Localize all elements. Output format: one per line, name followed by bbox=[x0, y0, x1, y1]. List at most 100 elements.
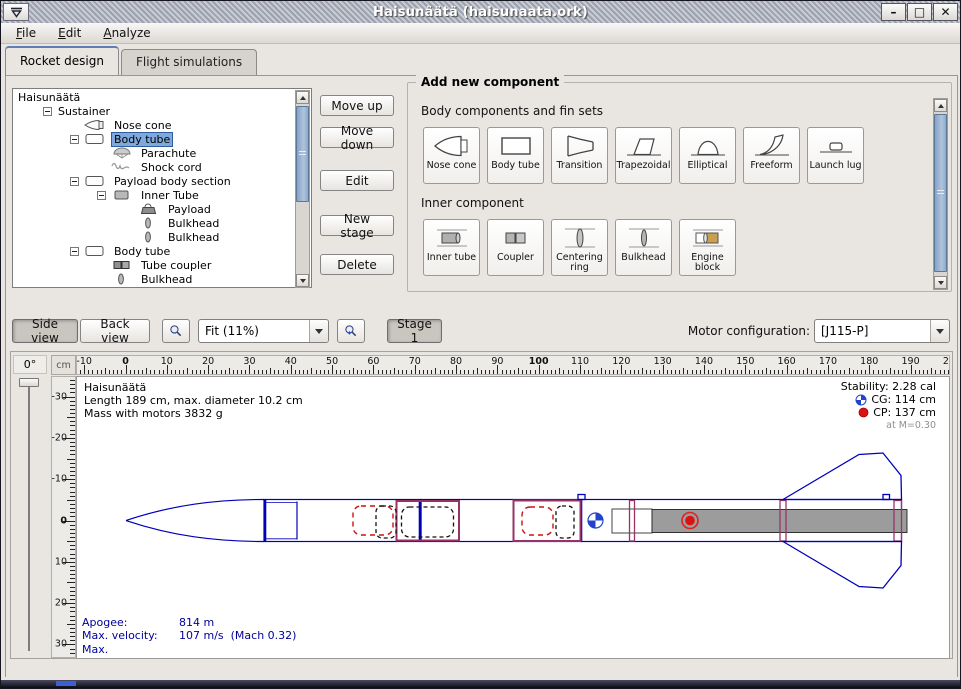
scroll-down-button[interactable] bbox=[934, 276, 947, 289]
tree-expander[interactable] bbox=[70, 177, 79, 186]
inner-component-buttons: Inner tubeCoupler Centering ring BulkheadE… bbox=[423, 219, 736, 276]
tree-item-label: Payload bbox=[166, 203, 213, 216]
tree-item-sustainer[interactable]: Sustainer bbox=[14, 104, 294, 118]
menu-edit[interactable]: Edit bbox=[47, 23, 92, 43]
component-button-nose-cone[interactable]: Nose cone bbox=[423, 127, 480, 184]
component-button-inner-tube[interactable]: Inner tube bbox=[423, 219, 480, 276]
openrocket-window: Haisunäätä (haisunaata.ork) –□✕ FileEdit… bbox=[0, 0, 961, 689]
zoom-in-button[interactable] bbox=[337, 319, 365, 343]
tree-item-bulkhead[interactable]: Bulkhead bbox=[14, 216, 294, 230]
rocket-design-panel: HaisunäätäSustainerNose coneBody tubePar… bbox=[5, 75, 958, 679]
move-down-button[interactable]: Move down bbox=[320, 127, 394, 148]
fin-bottom bbox=[783, 542, 902, 589]
tree-item-haisunäätä[interactable]: Haisunäätä bbox=[14, 90, 294, 104]
dropdown-arrow-button[interactable] bbox=[930, 320, 949, 342]
chevron-down-icon bbox=[936, 329, 944, 334]
motor-config-dropdown[interactable]: [J115-P] bbox=[814, 319, 950, 343]
fin-elliptical-icon bbox=[688, 131, 728, 161]
stability-value: Stability: 2.28 cal bbox=[841, 380, 936, 393]
fin-freeform-icon bbox=[752, 131, 792, 161]
rocket-canvas[interactable]: HaisunäätäLength 189 cm, max. diameter 1… bbox=[76, 376, 950, 659]
tab-flight-simulations[interactable]: Flight simulations bbox=[121, 49, 257, 75]
tab-rocket-design[interactable]: Rocket design bbox=[5, 46, 119, 75]
parachute-icon bbox=[110, 147, 134, 159]
tree-expander[interactable] bbox=[70, 135, 79, 144]
flight-stat-value: 49.8 m/s² bbox=[179, 656, 232, 659]
dropdown-arrow-button[interactable] bbox=[309, 320, 328, 342]
tree-item-label: Nose cone bbox=[112, 119, 173, 132]
scroll-down-button[interactable] bbox=[296, 274, 309, 287]
title-bar: Haisunäätä (haisunaata.ork) –□✕ bbox=[1, 1, 960, 23]
tree-expander[interactable] bbox=[70, 247, 79, 256]
tree-item-nose-cone[interactable]: Nose cone bbox=[14, 118, 294, 132]
window-title: Haisunäätä (haisunaata.ork) bbox=[1, 5, 960, 20]
bodytube-icon bbox=[83, 133, 107, 145]
tree-item-bulkhead[interactable]: Bulkhead bbox=[14, 230, 294, 244]
tree-item-inner-tube[interactable]: Inner Tube bbox=[14, 188, 294, 202]
scroll-up-button[interactable] bbox=[934, 99, 947, 112]
tree-item-body-tube[interactable]: Body tube bbox=[14, 244, 294, 258]
component-button-bulkhead[interactable]: Bulkhead bbox=[615, 219, 672, 276]
menu-analyze[interactable]: Analyze bbox=[92, 23, 161, 43]
component-button-engine-block[interactable]: Engine block bbox=[679, 219, 736, 276]
component-button-freeform[interactable]: Freeform bbox=[743, 127, 800, 184]
flight-stat-label: Apogee: bbox=[82, 616, 179, 629]
minimize-button[interactable]: – bbox=[881, 3, 906, 21]
rotation-slider-track[interactable] bbox=[28, 381, 30, 651]
motor-config-label: Motor configuration: bbox=[674, 324, 810, 338]
scroll-up-button[interactable] bbox=[296, 91, 309, 104]
component-button-trapezoidal[interactable]: Trapezoidal bbox=[615, 127, 672, 184]
tree-expander[interactable] bbox=[97, 191, 106, 200]
flight-summary: Apogee:814 mMax. velocity:107 m/s (Mach … bbox=[82, 616, 296, 659]
component-button-label: Launch lug bbox=[809, 161, 861, 171]
component-button-centering-ring[interactable]: Centering ring bbox=[551, 219, 608, 276]
component-button-body-tube[interactable]: Body tube bbox=[487, 127, 544, 184]
close-button[interactable]: ✕ bbox=[933, 3, 958, 21]
payload-section-outline bbox=[397, 501, 460, 541]
tree-item-payload[interactable]: Payload bbox=[14, 202, 294, 216]
component-button-elliptical[interactable]: Elliptical bbox=[679, 127, 736, 184]
component-button-label: Freeform bbox=[750, 161, 792, 171]
tree-item-payload-body-section[interactable]: Payload body section bbox=[14, 174, 294, 188]
rotation-indicator: 0° bbox=[13, 355, 47, 374]
component-button-transition[interactable]: Transition bbox=[551, 127, 608, 184]
component-scrollbar-thumb[interactable] bbox=[934, 114, 947, 272]
tree-item-label: Bulkhead bbox=[166, 217, 221, 230]
transition-icon bbox=[560, 131, 600, 161]
flight-stat-value: 107 m/s (Mach 0.32) bbox=[179, 629, 296, 642]
cp-icon bbox=[858, 407, 869, 418]
component-button-label: Centering ring bbox=[553, 253, 606, 273]
tree-expander[interactable] bbox=[43, 107, 52, 116]
component-button-coupler[interactable]: Coupler bbox=[487, 219, 544, 276]
move-up-button[interactable]: Move up bbox=[320, 95, 394, 116]
tree-item-shock-cord[interactable]: Shock cord bbox=[14, 160, 294, 174]
zoom-out-button[interactable] bbox=[162, 319, 190, 343]
side-view-button[interactable]: Side view bbox=[12, 319, 78, 343]
tree-item-label: Body tube bbox=[112, 133, 172, 146]
parachute-outline bbox=[353, 506, 393, 535]
down-arrow-icon bbox=[938, 281, 944, 285]
tree-item-body-tube[interactable]: Body tube bbox=[14, 132, 294, 146]
stage-1-toggle[interactable]: Stage 1 bbox=[387, 319, 442, 343]
back-view-button[interactable]: Back view bbox=[80, 319, 150, 343]
tree-item-tube-coupler[interactable]: Tube coupler bbox=[14, 258, 294, 272]
mach-note: at M=0.30 bbox=[841, 419, 936, 432]
tree-item-label: Tube coupler bbox=[139, 259, 213, 272]
coupler-icon bbox=[110, 259, 134, 271]
menu-file[interactable]: File bbox=[5, 23, 47, 43]
window-bottom-frame bbox=[1, 677, 960, 688]
magnifier-minus-icon bbox=[169, 322, 183, 340]
delete-button[interactable]: Delete bbox=[320, 254, 394, 275]
tree-scrollbar-thumb[interactable] bbox=[296, 106, 309, 202]
edit-button[interactable]: Edit bbox=[320, 170, 394, 191]
tree-item-parachute[interactable]: Parachute bbox=[14, 146, 294, 160]
cg-icon bbox=[855, 394, 867, 406]
centering-ring-icon bbox=[560, 223, 600, 253]
new-stage-button[interactable]: New stage bbox=[320, 215, 394, 236]
tree-item-bulkhead[interactable]: Bulkhead bbox=[14, 272, 294, 286]
rotation-slider-handle[interactable] bbox=[19, 378, 39, 387]
bulkhead-icon bbox=[137, 231, 161, 243]
maximize-button[interactable]: □ bbox=[907, 3, 932, 21]
zoom-dropdown[interactable]: Fit (11%) bbox=[198, 319, 329, 343]
component-button-launch-lug[interactable]: Launch lug bbox=[807, 127, 864, 184]
